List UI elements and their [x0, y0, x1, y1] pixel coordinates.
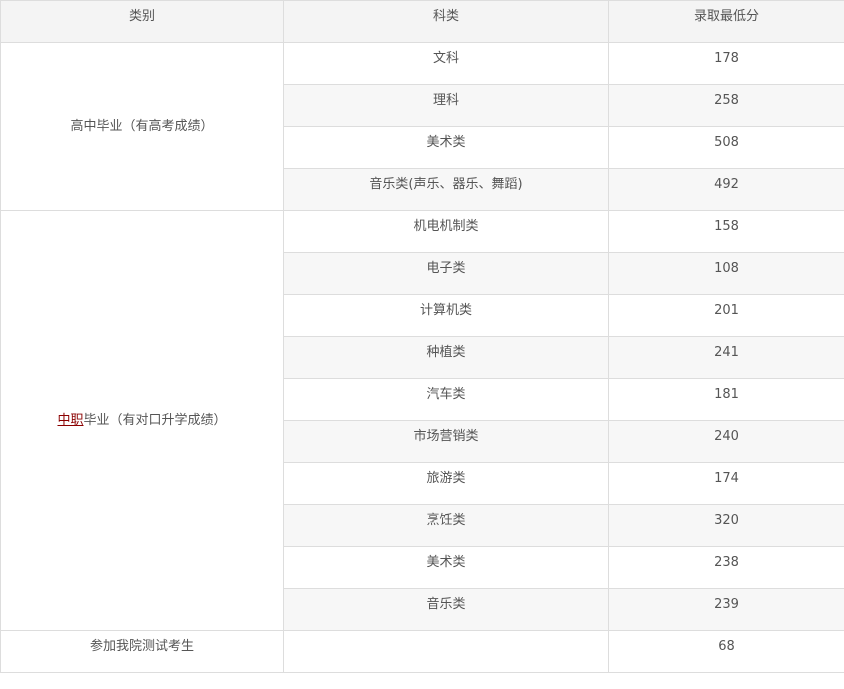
score-cell: 181 — [608, 378, 844, 421]
score-cell: 201 — [608, 294, 844, 337]
subject-cell: 电子类 — [283, 252, 609, 295]
score-cell: 178 — [608, 42, 844, 85]
subject-cell: 文科 — [283, 42, 609, 85]
admission-score-table: 类别 科类 录取最低分 高中毕业（有高考成绩） 文科 178 理科 258 美术… — [0, 0, 844, 673]
header-min-score: 录取最低分 — [608, 0, 844, 43]
subject-cell: 汽车类 — [283, 378, 609, 421]
score-cell: 240 — [608, 420, 844, 463]
score-cell: 238 — [608, 546, 844, 589]
header-category: 类别 — [0, 0, 284, 43]
score-cell: 258 — [608, 84, 844, 127]
score-cell: 174 — [608, 462, 844, 505]
category-cell-high-school: 高中毕业（有高考成绩） — [0, 42, 284, 211]
subject-cell — [283, 630, 609, 673]
table-row: 高中毕业（有高考成绩） 文科 178 — [0, 42, 844, 211]
subject-cell: 烹饪类 — [283, 504, 609, 547]
category-cell-vocational: 中职毕业（有对口升学成绩） — [0, 210, 284, 631]
score-cell: 108 — [608, 252, 844, 295]
subject-cell: 美术类 — [283, 546, 609, 589]
score-cell: 508 — [608, 126, 844, 169]
subject-cell: 计算机类 — [283, 294, 609, 337]
subject-cell: 机电机制类 — [283, 210, 609, 253]
subject-cell: 音乐类(声乐、器乐、舞蹈) — [283, 168, 609, 211]
header-subject: 科类 — [283, 0, 609, 43]
table-row: 中职毕业（有对口升学成绩） 机电机制类 158 — [0, 210, 844, 631]
score-cell: 158 — [608, 210, 844, 253]
category-cell-college-test: 参加我院测试考生 — [0, 630, 284, 673]
score-cell: 239 — [608, 588, 844, 631]
score-cell: 241 — [608, 336, 844, 379]
score-cell: 68 — [608, 630, 844, 673]
subject-cell: 理科 — [283, 84, 609, 127]
subject-cell: 旅游类 — [283, 462, 609, 505]
subject-cell: 音乐类 — [283, 588, 609, 631]
category-text: 毕业（有对口升学成绩） — [83, 412, 227, 428]
score-cell: 492 — [608, 168, 844, 211]
table-row: 参加我院测试考生 68 — [0, 630, 844, 673]
subject-cell: 市场营销类 — [283, 420, 609, 463]
subject-cell: 种植类 — [283, 336, 609, 379]
vocational-term-link[interactable]: 中职 — [57, 413, 83, 428]
table-header-row: 类别 科类 录取最低分 — [0, 0, 844, 43]
subject-cell: 美术类 — [283, 126, 609, 169]
score-cell: 320 — [608, 504, 844, 547]
